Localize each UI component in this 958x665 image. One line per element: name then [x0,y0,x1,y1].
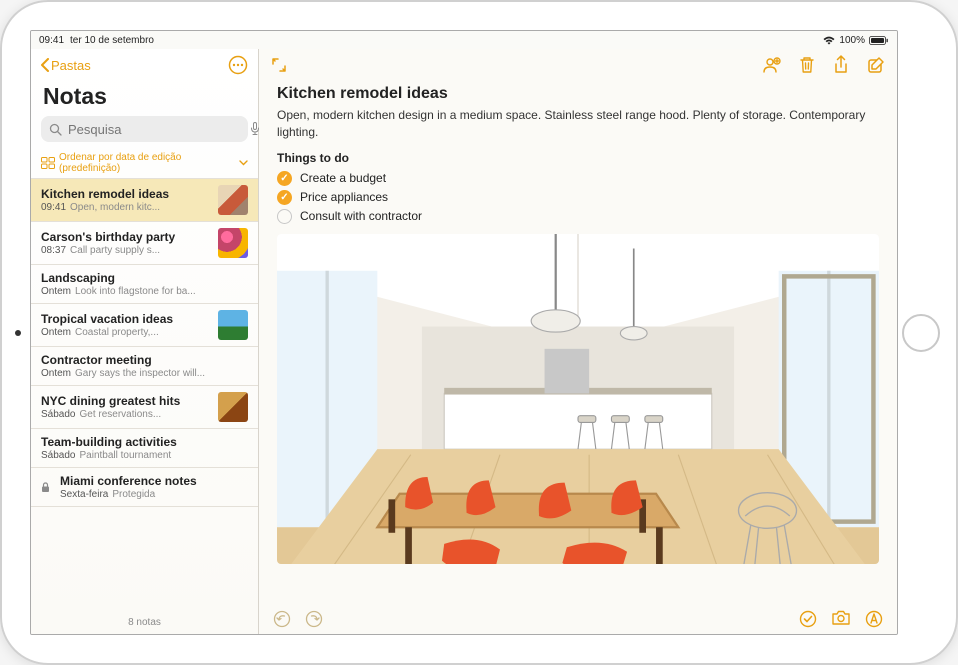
chevron-down-icon [239,160,248,166]
note-item-title: Contractor meeting [41,353,248,367]
sort-label: Ordenar por data de edição (predefinição… [59,152,235,174]
todo-text: Create a budget [300,171,386,185]
note-item[interactable]: Team-building activitiesSábadoPaintball … [31,429,258,468]
todo-text: Consult with contractor [300,209,422,223]
note-attachment-image[interactable] [277,234,879,564]
todo-item[interactable]: Create a budget [277,169,879,188]
undo-icon[interactable] [273,610,291,628]
note-thumbnail [218,185,248,215]
note-thumbnail [218,392,248,422]
note-item-subtitle: SábadoPaintball tournament [41,450,248,461]
note-body: Open, modern kitchen design in a medium … [277,107,879,141]
sidebar-title: Notas [31,81,258,116]
note-item-title: Tropical vacation ideas [41,312,210,326]
todo-item[interactable]: Consult with contractor [277,207,879,226]
todo-checkbox[interactable] [277,190,292,205]
note-item-title: Team-building activities [41,435,248,449]
note-item-subtitle: OntemCoastal property,... [41,327,210,338]
camera-icon[interactable] [831,610,851,628]
note-thumbnail [218,310,248,340]
todo-checkbox[interactable] [277,171,292,186]
note-item-title: Kitchen remodel ideas [41,187,210,201]
todo-checkbox[interactable] [277,209,292,224]
todo-item[interactable]: Price appliances [277,188,879,207]
status-bar: 09:41 ter 10 de setembro 100% [31,31,897,49]
note-item[interactable]: Miami conference notesSexta-feiraProtegi… [31,468,258,507]
note-item-subtitle: 09:41Open, modern kitc... [41,202,210,213]
trash-icon[interactable] [799,56,815,74]
note-item-title: Carson's birthday party [41,230,210,244]
note-item[interactable]: Kitchen remodel ideas09:41Open, modern k… [31,179,258,222]
compose-icon[interactable] [867,56,885,74]
home-button[interactable] [902,314,940,352]
note-detail: Kitchen remodel ideas Open, modern kitch… [259,49,897,634]
device-camera [15,330,21,336]
note-item-subtitle: SábadoGet reservations... [41,409,210,420]
note-item-subtitle: OntemLook into flagstone for ba... [41,286,248,297]
search-icon [49,123,62,136]
back-label: Pastas [51,58,91,73]
note-item[interactable]: NYC dining greatest hitsSábadoGet reserv… [31,386,258,429]
note-content[interactable]: Kitchen remodel ideas Open, modern kitch… [259,81,897,604]
note-item-title: Landscaping [41,271,248,285]
battery-icon [869,36,889,45]
battery-percent: 100% [839,35,865,46]
note-item-subtitle: OntemGary says the inspector will... [41,368,248,379]
redo-icon[interactable] [305,610,323,628]
markup-icon[interactable] [865,610,883,628]
wifi-icon [823,36,835,45]
search-input[interactable] [68,122,244,137]
note-item[interactable]: Contractor meetingOntemGary says the ins… [31,347,258,386]
search-bar[interactable] [41,116,248,142]
todo-list: Create a budget Price appliances Consult w… [277,169,879,226]
notes-count: 8 notas [31,611,258,634]
note-item[interactable]: Tropical vacation ideasOntemCoastal prop… [31,304,258,347]
status-time: 09:41 [39,35,64,46]
expand-icon[interactable] [271,57,287,73]
note-title: Kitchen remodel ideas [277,85,879,103]
more-button[interactable] [228,55,248,75]
share-icon[interactable] [833,55,849,75]
lock-icon [41,482,50,493]
gallery-view-icon [41,157,55,169]
note-thumbnail [218,228,248,258]
note-item-subtitle: 08:37Call party supply s... [41,245,210,256]
note-item-subtitle: Sexta-feiraProtegida [60,489,248,500]
note-heading: Things to do [277,151,879,165]
back-button[interactable]: Pastas [41,58,91,73]
collaborate-icon[interactable] [761,56,781,74]
note-item-title: Miami conference notes [60,474,248,488]
note-item[interactable]: Carson's birthday party08:37Call party s… [31,222,258,265]
todo-text: Price appliances [300,190,388,204]
sort-control[interactable]: Ordenar por data de edição (predefinição… [31,148,258,179]
notes-list[interactable]: Kitchen remodel ideas09:41Open, modern k… [31,179,258,611]
note-item-title: NYC dining greatest hits [41,394,210,408]
status-date: ter 10 de setembro [70,35,154,46]
note-item[interactable]: LandscapingOntemLook into flagstone for … [31,265,258,304]
checklist-icon[interactable] [799,610,817,628]
sidebar: Pastas Notas Ordenar por data de edição … [31,49,259,634]
